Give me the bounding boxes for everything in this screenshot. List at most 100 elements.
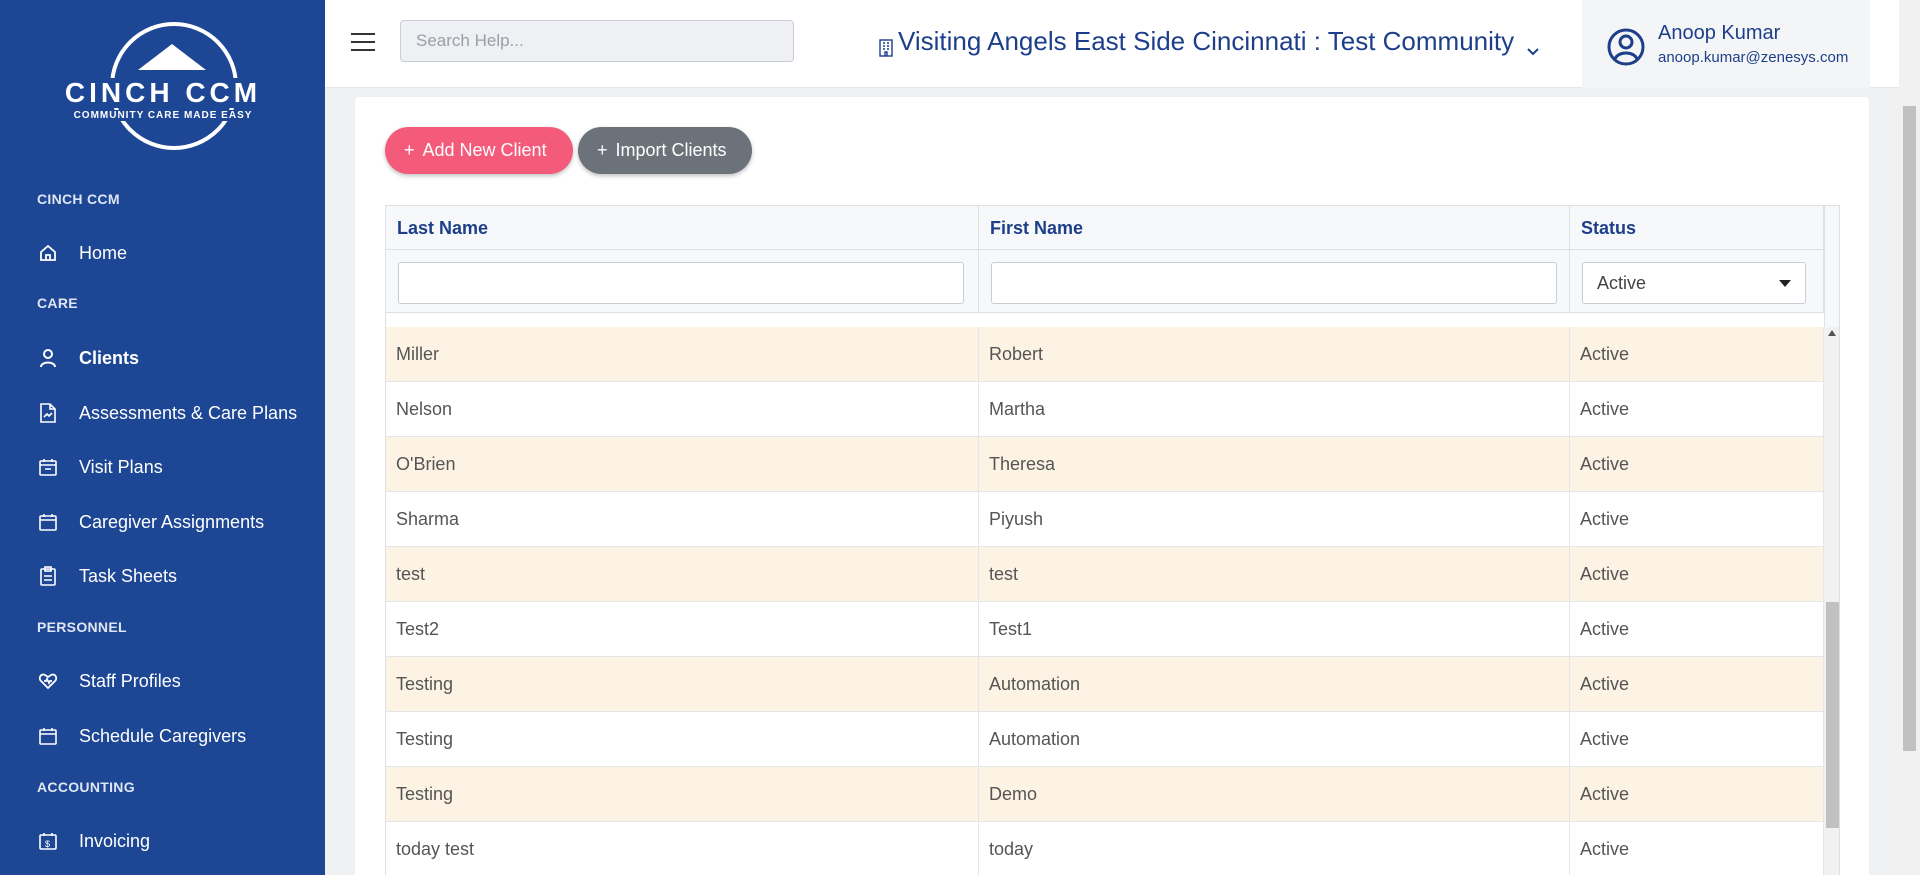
cell-first-name: Piyush (979, 492, 1570, 547)
table-row[interactable]: Miller Robert Active (386, 327, 1824, 382)
sidebar-item-clients[interactable]: Clients (37, 341, 139, 375)
nav-section-cinch: CINCH CCM (37, 191, 120, 207)
scrollbar-thumb[interactable] (1903, 106, 1916, 751)
user-name: Anoop Kumar (1658, 22, 1781, 44)
nav-section-personnel: PERSONNEL (37, 619, 127, 635)
table-row[interactable]: test test Active (386, 547, 1824, 602)
community-selector[interactable]: Visiting Angels East Side Cincinnati : T… (878, 26, 1540, 57)
sidebar-item-visit-plans[interactable]: Visit Plans (37, 450, 163, 484)
cell-first-name: today (979, 822, 1570, 875)
cell-last-name: Sharma (386, 492, 979, 547)
menu-icon[interactable] (351, 33, 375, 53)
sidebar-item-label: Staff Profiles (79, 670, 181, 691)
cell-status: Active (1570, 767, 1824, 822)
cell-status: Active (1570, 822, 1824, 875)
sidebar-item-staff-profiles[interactable]: Staff Profiles (37, 664, 181, 698)
sidebar-item-invoicing[interactable]: $ Invoicing (37, 824, 150, 858)
sidebar-item-task-sheets[interactable]: Task Sheets (37, 559, 177, 593)
plus-icon: + (404, 140, 415, 160)
column-header-last-name[interactable]: Last Name (386, 206, 979, 250)
filter-cell (386, 250, 979, 313)
grid-scrollbar[interactable] (1824, 327, 1839, 875)
svg-text:$: $ (45, 839, 50, 849)
cell-last-name: O'Brien (386, 437, 979, 492)
avatar-icon (1606, 27, 1646, 67)
sidebar-item-label: Home (79, 242, 128, 263)
sidebar-item-label: Clients (79, 347, 140, 368)
cell-first-name: Test1 (979, 602, 1570, 657)
document-icon (37, 402, 59, 424)
sidebar-item-label: Task Sheets (79, 565, 178, 586)
cell-status: Active (1570, 327, 1824, 382)
status-filter-value: Active (1597, 273, 1647, 293)
building-icon (878, 33, 894, 57)
table-row[interactable]: Test2 Test1 Active (386, 602, 1824, 657)
cell-last-name: Testing (386, 657, 979, 712)
table-row[interactable]: O'Brien Theresa Active (386, 437, 1824, 492)
cell-last-name: today test (386, 822, 979, 875)
grid-body: Miller Robert Active Nelson Martha Active O'Br… (386, 327, 1824, 875)
clients-grid: Last Name First Name Status Active Mille… (385, 205, 1840, 875)
import-clients-button[interactable]: + Import Clients (578, 127, 752, 174)
add-new-client-button[interactable]: + Add New Client (385, 127, 573, 174)
cell-last-name: Nelson (386, 382, 979, 437)
grid-header: Last Name First Name Status (386, 206, 1824, 250)
sidebar-item-caregiver-assignments[interactable]: Caregiver Assignments (37, 505, 264, 539)
sidebar-item-schedule-caregivers[interactable]: Schedule Caregivers (37, 719, 246, 753)
app-logo[interactable]: CINCH CCM COMMUNITY CARE MADE EASY (64, 22, 262, 152)
column-header-first-name[interactable]: First Name (979, 206, 1570, 250)
home-icon (37, 242, 59, 264)
cell-first-name: Theresa (979, 437, 1570, 492)
clients-panel: + Add New Client + Import Clients Last N… (355, 97, 1869, 875)
sidebar-item-label: Schedule Caregivers (79, 725, 247, 746)
cell-status: Active (1570, 602, 1824, 657)
last-name-filter-input[interactable] (398, 262, 964, 304)
user-menu[interactable]: Anoop Kumar anoop.kumar@zenesys.com (1582, 0, 1870, 88)
invoice-icon: $ (37, 830, 59, 852)
heart-icon (37, 670, 59, 692)
cell-first-name: Robert (979, 327, 1570, 382)
caret-down-icon (1779, 280, 1791, 287)
table-row[interactable]: Testing Demo Active (386, 767, 1824, 822)
table-row[interactable]: Nelson Martha Active (386, 382, 1824, 437)
cell-status: Active (1570, 547, 1824, 602)
filter-cell: Active (1570, 250, 1824, 313)
sidebar-item-home[interactable]: Home (37, 236, 127, 270)
table-row[interactable]: Testing Automation Active (386, 657, 1824, 712)
table-row[interactable]: Testing Automation Active (386, 712, 1824, 767)
cell-status: Active (1570, 657, 1824, 712)
sidebar: CINCH CCM COMMUNITY CARE MADE EASY CINCH… (0, 0, 325, 875)
clipboard-icon (37, 565, 59, 587)
first-name-filter-input[interactable] (991, 262, 1557, 304)
sidebar-item-label: Assessments & Care Plans (79, 402, 298, 423)
user-email: anoop.kumar@zenesys.com (1658, 49, 1849, 66)
cell-first-name: Martha (979, 382, 1570, 437)
plus-icon: + (597, 140, 608, 160)
scrollbar-thumb[interactable] (1826, 602, 1839, 828)
top-bar: Visiting Angels East Side Cincinnati : T… (325, 0, 1920, 88)
table-row[interactable]: Sharma Piyush Active (386, 492, 1824, 547)
community-name: Visiting Angels East Side Cincinnati : T… (898, 26, 1515, 56)
nav-section-care: CARE (37, 295, 78, 311)
calendar-icon (37, 456, 59, 478)
page-scrollbar[interactable] (1899, 0, 1920, 875)
sidebar-item-assessments[interactable]: Assessments & Care Plans (37, 396, 297, 430)
cell-status: Active (1570, 437, 1824, 492)
cell-last-name: Miller (386, 327, 979, 382)
search-input[interactable] (400, 20, 794, 62)
column-header-status[interactable]: Status (1570, 206, 1824, 250)
cell-last-name: Testing (386, 767, 979, 822)
add-new-client-label: Add New Client (422, 140, 547, 160)
logo-title: CINCH CCM (64, 77, 262, 108)
sidebar-item-label: Caregiver Assignments (79, 511, 265, 532)
cell-first-name: Demo (979, 767, 1570, 822)
table-row[interactable]: today test today Active (386, 822, 1824, 875)
cell-first-name: Automation (979, 712, 1570, 767)
nav-section-accounting: ACCOUNTING (37, 779, 135, 795)
status-filter-select[interactable]: Active (1582, 262, 1806, 304)
scroll-up-icon[interactable] (1828, 330, 1836, 336)
chevron-down-icon (1526, 35, 1540, 55)
calendar-icon (37, 511, 59, 533)
calendar-icon (37, 725, 59, 747)
cell-first-name: Automation (979, 657, 1570, 712)
